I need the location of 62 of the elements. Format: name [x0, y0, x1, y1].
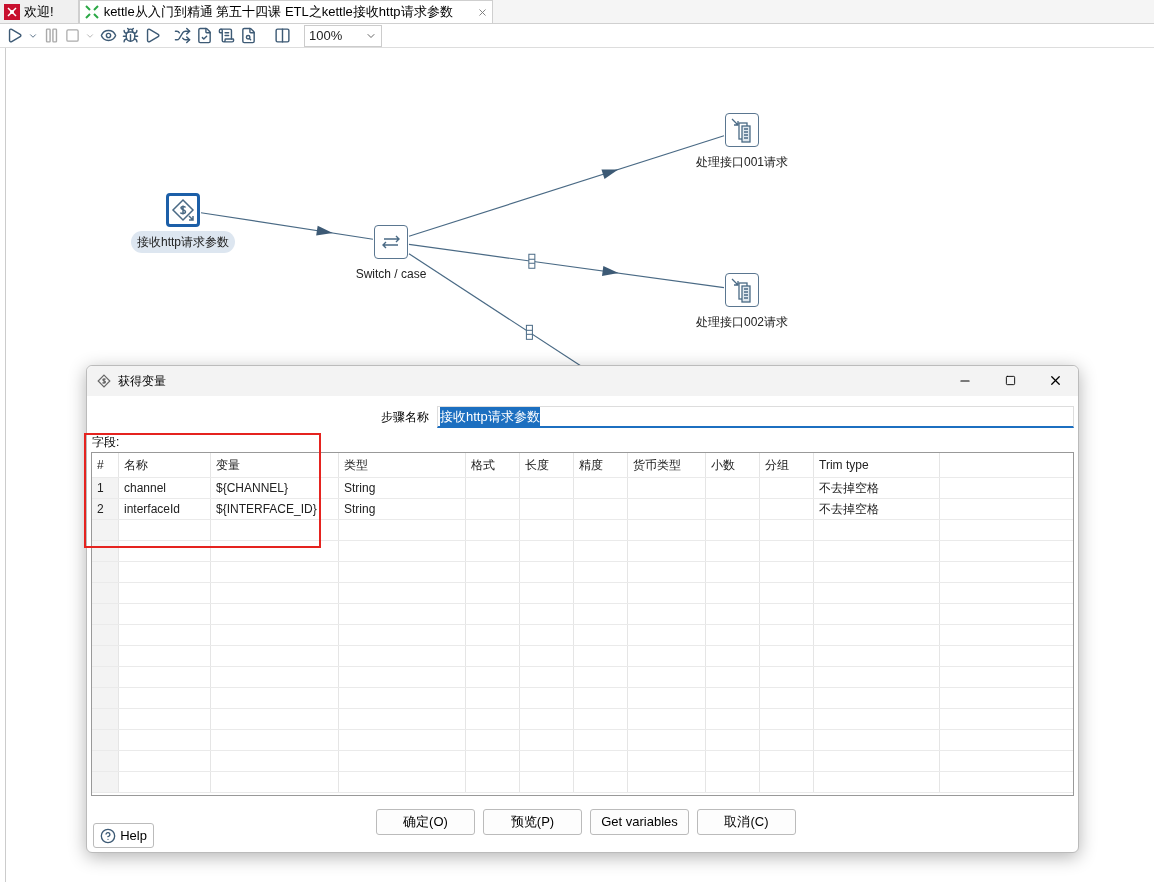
- table-cell-text: 1: [97, 480, 104, 497]
- column-header[interactable]: 小数: [711, 456, 735, 474]
- column-header[interactable]: 名称: [124, 456, 148, 474]
- document-stack-icon: [730, 277, 754, 303]
- table-cell-text: String: [344, 501, 376, 518]
- zoom-dropdown[interactable]: 100%: [304, 24, 382, 47]
- tab-label: 欢迎!: [24, 2, 55, 21]
- column-header[interactable]: 长度: [525, 456, 549, 474]
- column-header[interactable]: 精度: [579, 456, 603, 474]
- swap-arrows-icon: [380, 234, 402, 250]
- fields-label: 字段:: [92, 434, 120, 451]
- app-logo-icon: [4, 3, 20, 20]
- dollar-diamond-icon: [97, 374, 111, 388]
- window-title: 获得变量: [118, 373, 166, 390]
- table-cell-text: 2: [97, 501, 104, 518]
- transformation-icon: [83, 4, 100, 20]
- tab-label: kettle从入门到精通 第五十四课 ETL之kettle接收http请求参数: [103, 3, 454, 22]
- help-button[interactable]: Help: [93, 823, 154, 848]
- table-cell-text: ${CHANNEL}: [216, 480, 289, 497]
- close-icon[interactable]: [1048, 373, 1063, 388]
- step-node[interactable]: [725, 113, 759, 147]
- dialog-button[interactable]: Get variables: [590, 809, 689, 835]
- table-cell-text: 不去掉空格: [819, 480, 879, 497]
- column-header[interactable]: 类型: [344, 456, 368, 474]
- column-header[interactable]: 分组: [765, 456, 789, 474]
- column-header[interactable]: 变量: [216, 456, 240, 474]
- maximize-icon[interactable]: [1005, 375, 1016, 386]
- editor-tab[interactable]: 欢迎!: [0, 0, 79, 23]
- zoom-value: 100%: [309, 26, 343, 45]
- step-node[interactable]: [725, 273, 759, 307]
- check-icon[interactable]: [196, 27, 213, 44]
- step-label: 接收http请求参数: [131, 231, 235, 253]
- shuffle-icon[interactable]: [174, 27, 191, 44]
- column-header[interactable]: Trim type: [819, 456, 869, 474]
- step-label: 处理接口002请求: [695, 314, 789, 331]
- table-cell-text: String: [344, 480, 376, 497]
- table-cell-text: channel: [124, 480, 167, 497]
- script-icon[interactable]: [218, 27, 235, 44]
- column-header[interactable]: #: [97, 456, 104, 474]
- document-search-icon[interactable]: [240, 27, 257, 44]
- dialog-button[interactable]: 确定(O): [376, 809, 475, 835]
- dialog-button[interactable]: 取消(C): [697, 809, 796, 835]
- dollar-diamond-icon: [171, 198, 195, 222]
- column-header[interactable]: 货币类型: [633, 456, 681, 474]
- step-name-field[interactable]: 接收http请求参数: [437, 406, 1074, 428]
- step-node[interactable]: [166, 193, 200, 227]
- table-cell-text: interfaceId: [124, 501, 181, 518]
- table-cell-text: ${INTERFACE_ID}: [216, 501, 317, 518]
- help-icon: [100, 827, 117, 844]
- step-name-label: 步骤名称: [380, 409, 429, 426]
- step-node[interactable]: [374, 225, 408, 259]
- editor-tab[interactable]: kettle从入门到精通 第五十四课 ETL之kettle接收http请求参数: [78, 0, 493, 23]
- run-icon[interactable]: [6, 27, 23, 44]
- column-header[interactable]: 格式: [471, 456, 495, 474]
- table-cell-text: 不去掉空格: [819, 501, 879, 518]
- layout-icon[interactable]: [274, 27, 291, 44]
- debug-icon[interactable]: [122, 27, 139, 44]
- preview-icon[interactable]: [100, 27, 117, 44]
- document-stack-icon: [730, 117, 754, 143]
- dialog-button[interactable]: 预览(P): [483, 809, 582, 835]
- step-label: Switch / case: [354, 266, 428, 283]
- step-label: 处理接口001请求: [695, 154, 789, 171]
